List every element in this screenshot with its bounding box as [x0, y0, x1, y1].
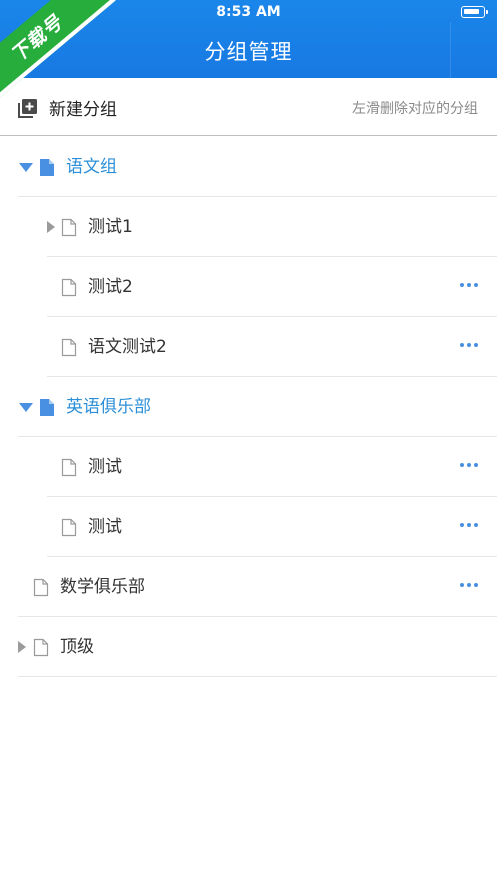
group-row[interactable]: 测试1 — [0, 197, 497, 257]
group-label: 测试 — [88, 517, 122, 537]
file-icon — [61, 518, 77, 537]
header-divider — [450, 22, 451, 78]
plus-square-icon — [18, 99, 37, 118]
expand-down-icon[interactable] — [19, 403, 33, 412]
more-icon[interactable] — [460, 523, 478, 529]
expand-right-icon[interactable] — [18, 641, 26, 653]
group-row[interactable]: 测试 — [0, 437, 497, 497]
new-group-button[interactable]: 新建分组 — [49, 95, 117, 120]
more-icon[interactable] — [460, 463, 478, 469]
group-label: 语文测试2 — [88, 337, 167, 357]
file-icon — [33, 578, 49, 597]
group-label: 顶级 — [60, 637, 94, 657]
battery-icon — [461, 6, 488, 18]
file-icon — [61, 458, 77, 477]
expand-right-icon[interactable] — [47, 221, 55, 233]
more-icon[interactable] — [460, 283, 478, 289]
group-label: 测试1 — [88, 217, 133, 237]
group-row[interactable]: 语文测试2 — [0, 317, 497, 377]
file-icon — [61, 278, 77, 297]
group-label: 测试2 — [88, 277, 133, 297]
more-icon[interactable] — [460, 343, 478, 349]
file-icon — [40, 159, 54, 176]
group-label: 测试 — [88, 457, 122, 477]
group-label: 英语俱乐部 — [66, 397, 151, 417]
more-icon[interactable] — [460, 583, 478, 589]
file-icon — [61, 218, 77, 237]
group-label: 数学俱乐部 — [60, 577, 145, 597]
swipe-hint: 左滑删除对应的分组 — [352, 101, 478, 117]
new-group-bar[interactable]: 新建分组 左滑删除对应的分组 — [0, 78, 497, 136]
group-label: 语文组 — [66, 157, 117, 177]
file-icon — [61, 338, 77, 357]
expand-down-icon[interactable] — [19, 163, 33, 172]
file-icon — [40, 399, 54, 416]
group-row[interactable]: 英语俱乐部 — [0, 377, 497, 437]
row-divider — [18, 676, 497, 677]
group-row[interactable]: 测试 — [0, 497, 497, 557]
page-title: 分组管理 — [204, 40, 293, 64]
nav-header: 8:53 AM 分组管理 — [0, 0, 497, 78]
status-time: 8:53 AM — [216, 4, 281, 20]
group-row[interactable]: 顶级 — [0, 617, 497, 677]
group-row[interactable]: 语文组 — [0, 137, 497, 197]
group-row[interactable]: 数学俱乐部 — [0, 557, 497, 617]
group-row[interactable]: 测试2 — [0, 257, 497, 317]
file-icon — [33, 638, 49, 657]
